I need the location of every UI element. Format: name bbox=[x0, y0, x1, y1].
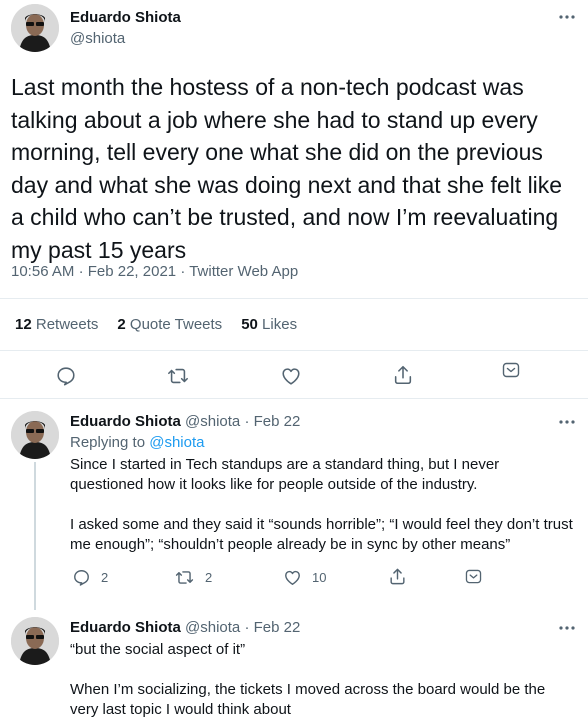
more-icon[interactable] bbox=[555, 415, 579, 429]
avatar[interactable] bbox=[11, 411, 59, 459]
retweet-button[interactable] bbox=[164, 363, 192, 389]
meta-separator: · bbox=[180, 263, 186, 280]
author-handle[interactable]: @shiota bbox=[185, 413, 240, 430]
retweet-button[interactable]: 2 bbox=[174, 568, 212, 587]
divider bbox=[0, 398, 588, 399]
retweet-icon bbox=[168, 368, 188, 384]
retweet-icon bbox=[175, 571, 194, 584]
retweet-count: 2 bbox=[205, 570, 213, 585]
like-button[interactable] bbox=[277, 363, 305, 389]
author-name[interactable]: Eduardo Shiota bbox=[70, 9, 181, 26]
like-button[interactable]: 10 bbox=[283, 568, 326, 587]
meta-separator: · bbox=[244, 413, 250, 430]
meta-separator: · bbox=[244, 619, 250, 636]
reply-text: “but the social aspect of it” When I’m s… bbox=[70, 641, 546, 718]
reply-icon bbox=[57, 367, 75, 386]
author-name[interactable]: Eduardo Shiota bbox=[70, 619, 181, 636]
more-icon[interactable] bbox=[555, 621, 579, 635]
like-count: 10 bbox=[312, 570, 327, 585]
share-button[interactable] bbox=[390, 362, 416, 388]
reply-text: Since I started in Tech standups are a s… bbox=[70, 456, 573, 553]
reply-count: 2 bbox=[101, 570, 109, 585]
reply-header: Eduardo Shiota @shiota · Feb 22 bbox=[70, 619, 300, 636]
avatar[interactable] bbox=[11, 617, 59, 665]
meta-separator: · bbox=[78, 263, 84, 280]
tweet-text: Last month the hostess of a non-tech pod… bbox=[11, 74, 563, 263]
divider bbox=[0, 350, 588, 351]
reply-date[interactable]: Feb 22 bbox=[254, 413, 301, 430]
reply-header: Eduardo Shiota @shiota · Feb 22 bbox=[70, 413, 300, 430]
tip-button[interactable] bbox=[500, 360, 522, 380]
share-button[interactable] bbox=[388, 567, 407, 586]
replying-to: Replying to @shiota bbox=[70, 434, 205, 451]
author-name[interactable]: Eduardo Shiota bbox=[70, 413, 181, 430]
quote-tweets-stat[interactable]: 2 Quote Tweets bbox=[117, 316, 222, 333]
share-icon bbox=[394, 365, 412, 385]
like-icon bbox=[282, 368, 300, 385]
more-icon[interactable] bbox=[555, 10, 579, 24]
author-handle[interactable]: @shiota bbox=[185, 619, 240, 636]
tweet-date[interactable]: Feb 22, 2021 bbox=[88, 263, 176, 280]
avatar[interactable] bbox=[11, 4, 59, 52]
thread-line bbox=[34, 462, 36, 610]
retweets-stat[interactable]: 12 Retweets bbox=[15, 316, 98, 333]
tip-button[interactable] bbox=[465, 569, 482, 584]
divider bbox=[0, 298, 588, 299]
tweet-source[interactable]: Twitter Web App bbox=[189, 263, 298, 280]
reply-button[interactable]: 2 bbox=[72, 568, 108, 587]
replying-to-handle[interactable]: @shiota bbox=[149, 434, 204, 451]
share-icon bbox=[390, 568, 405, 585]
author-handle[interactable]: @shiota bbox=[70, 30, 125, 47]
tweet-time[interactable]: 10:56 AM bbox=[11, 263, 74, 280]
like-icon bbox=[285, 570, 300, 585]
reply-icon bbox=[74, 570, 89, 586]
tweet-meta: 10:56 AM · Feb 22, 2021 · Twitter Web Ap… bbox=[11, 263, 298, 280]
tweet-stats: 12 Retweets 2 Quote Tweets 50 Likes bbox=[15, 316, 297, 333]
reply-date[interactable]: Feb 22 bbox=[254, 619, 301, 636]
reply-button[interactable] bbox=[53, 363, 79, 389]
likes-stat[interactable]: 50 Likes bbox=[241, 316, 297, 333]
tip-icon bbox=[465, 569, 482, 584]
tip-icon bbox=[502, 362, 520, 378]
